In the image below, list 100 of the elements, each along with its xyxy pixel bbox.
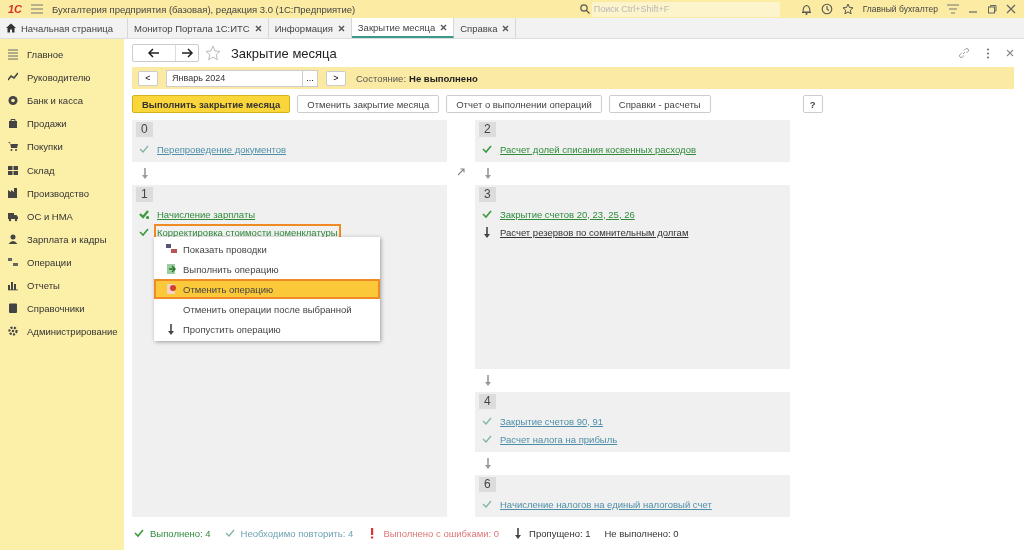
help-button[interactable]: ? xyxy=(802,95,823,113)
operation-link[interactable]: Закрытие счетов 20, 23, 25, 26 xyxy=(500,208,635,220)
command-button[interactable]: Отменить закрытие месяца xyxy=(297,95,440,113)
command-button[interactable]: Справки - расчеты xyxy=(608,95,711,113)
app-title: Бухгалтерия предприятия (базовая), редакция 3.0 (1С:Предприятие) xyxy=(52,3,357,15)
more-icon[interactable] xyxy=(986,47,990,59)
book-icon xyxy=(8,303,18,315)
app-logo: 1С xyxy=(8,3,23,15)
blocks-icon xyxy=(8,256,18,268)
down-arrow-icon xyxy=(483,458,493,469)
factory-icon xyxy=(8,187,18,199)
stage-number: 4 xyxy=(479,394,496,409)
down-arrow-icon xyxy=(482,226,492,238)
next-period-button[interactable]: > xyxy=(326,70,346,86)
menu-item[interactable]: Отменить операцию xyxy=(154,279,380,299)
menu-item[interactable]: Отменить операции после выбранной xyxy=(154,299,380,319)
close-icon[interactable] xyxy=(1006,4,1016,14)
legend-label: Не выполнено: 0 xyxy=(604,528,679,539)
search-icon xyxy=(579,4,590,14)
bag-icon xyxy=(8,118,18,130)
postings-icon xyxy=(166,243,177,255)
down-arrow-icon xyxy=(483,375,493,386)
tab[interactable]: Справка xyxy=(454,18,517,38)
operation-link[interactable]: Начисление зарплаты xyxy=(157,208,256,220)
sidebar-item[interactable]: Продажи xyxy=(27,118,67,130)
operation-link[interactable]: Расчет долей списания косвенных расходов xyxy=(500,143,696,155)
tab[interactable]: Закрытие месяца xyxy=(351,18,455,38)
close-icon[interactable] xyxy=(1006,49,1014,57)
form-title: Закрытие месяца xyxy=(231,45,337,61)
check-icon xyxy=(139,226,149,238)
check-icon xyxy=(482,143,492,155)
sidebar-item[interactable]: Справочники xyxy=(27,303,85,315)
stage-number: 3 xyxy=(479,187,496,202)
sidebar-item[interactable]: ОС и НМА xyxy=(27,210,73,222)
check-icon xyxy=(224,528,235,539)
check-icon xyxy=(139,143,149,155)
down-arrow-icon xyxy=(513,528,524,539)
star-icon[interactable] xyxy=(205,45,221,61)
check-icon xyxy=(482,208,492,220)
close-icon[interactable] xyxy=(337,24,345,32)
check-icon xyxy=(482,498,492,510)
sidebar-item[interactable]: Администрирование xyxy=(27,326,118,338)
cart-icon xyxy=(8,141,18,153)
down-arrow-icon xyxy=(166,323,177,335)
sidebar-item[interactable]: Склад xyxy=(27,164,55,176)
restore-icon[interactable] xyxy=(987,4,997,14)
check-icon xyxy=(134,528,144,539)
sidebar-item[interactable]: Главное xyxy=(27,49,64,61)
close-icon[interactable] xyxy=(502,24,510,32)
sidebar-item[interactable]: Операции xyxy=(27,256,72,268)
search-field[interactable]: Поиск Ctrl+Shift+F xyxy=(591,1,780,17)
check-icon xyxy=(482,433,492,445)
legend-label: Пропущено: 1 xyxy=(529,528,591,539)
sidebar-item[interactable]: Производство xyxy=(27,187,89,199)
sidebar-item[interactable]: Зарплата и кадры xyxy=(27,233,107,245)
stage-number: 1 xyxy=(136,187,153,202)
home-icon xyxy=(6,23,16,33)
operation-link[interactable]: Корректировка стоимости номенклатуры xyxy=(157,226,338,238)
period-field[interactable]: Январь 2024 ... xyxy=(166,69,318,87)
stage-number: 2 xyxy=(479,122,496,137)
tab[interactable]: Информация xyxy=(268,18,352,38)
sidebar-item[interactable]: Покупки xyxy=(27,141,63,153)
operation-link[interactable]: Расчет резервов по сомнительным долгам xyxy=(500,226,689,238)
sidebar-item[interactable]: Руководителю xyxy=(27,72,91,84)
history-icon[interactable] xyxy=(820,3,833,15)
command-button[interactable]: Выполнить закрытие месяца xyxy=(132,95,291,113)
check-icon xyxy=(139,208,149,220)
close-icon[interactable] xyxy=(254,24,262,32)
close-icon[interactable] xyxy=(440,23,448,31)
coin-icon xyxy=(8,95,18,107)
run-document-icon xyxy=(166,263,177,275)
down-arrow-icon xyxy=(483,168,493,179)
menu-item[interactable]: Показать проводки xyxy=(154,239,380,259)
gear-icon xyxy=(8,326,18,338)
legend-label: Необходимо повторить: 4 xyxy=(240,528,354,539)
state-label: Состояние: xyxy=(356,72,407,84)
bell-icon[interactable] xyxy=(800,3,812,15)
tab[interactable]: Монитор Портала 1С:ИТС xyxy=(127,18,269,38)
legend-label: Выполнено с ошибками: 0 xyxy=(383,528,500,539)
menu-item[interactable]: Выполнить операцию xyxy=(154,259,380,279)
person-icon xyxy=(8,233,18,245)
user-name[interactable]: Главный бухгалтер xyxy=(862,4,938,14)
down-arrow-icon xyxy=(140,168,150,179)
grid-icon xyxy=(8,164,18,176)
check-icon xyxy=(482,415,492,427)
stage-number: 0 xyxy=(136,122,153,137)
state-value: Не выполнено xyxy=(409,72,478,84)
cancel-document-icon xyxy=(166,283,177,295)
truck-icon xyxy=(8,210,18,222)
sidebar-item[interactable]: Банк и касса xyxy=(27,95,83,107)
list-icon xyxy=(8,49,18,61)
tab[interactable]: Начальная страница xyxy=(0,18,128,38)
sidebar-item[interactable]: Отчеты xyxy=(27,280,60,291)
previous-period-button[interactable]: < xyxy=(138,70,158,86)
command-button[interactable]: Отчет о выполнении операций xyxy=(446,95,602,113)
resize-arrow-icon[interactable] xyxy=(457,168,465,176)
menu-item[interactable]: Пропустить операцию xyxy=(154,319,380,339)
stage-number: 6 xyxy=(479,477,496,492)
star-icon[interactable] xyxy=(841,3,854,15)
bar-chart-icon xyxy=(8,280,18,291)
